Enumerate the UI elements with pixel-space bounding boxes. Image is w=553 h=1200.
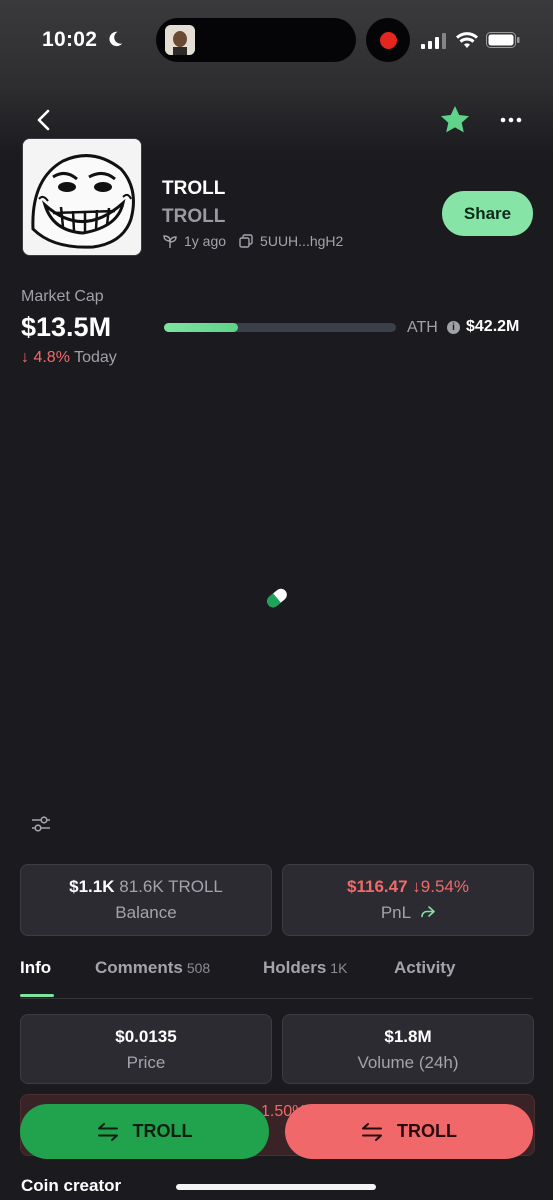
- ath-value: $42.2M: [466, 318, 520, 335]
- price-label: Price: [126, 1053, 166, 1072]
- pnl-label: PnL: [380, 903, 411, 922]
- pnl-change: ↓9.54%: [412, 877, 469, 896]
- price-value: $0.0135: [115, 1027, 177, 1046]
- tab-info-label: Info: [20, 958, 52, 977]
- share-arrow-icon: [421, 906, 435, 918]
- home-indicator[interactable]: [176, 1184, 376, 1190]
- sell-label: TROLL: [397, 1121, 457, 1141]
- token-age: 1y ago: [184, 233, 227, 249]
- balance-card[interactable]: $1.1K 81.6K TROLL Balance: [20, 864, 272, 936]
- share-button[interactable]: Share: [442, 191, 533, 236]
- down-arrow-icon: ↓: [21, 349, 29, 366]
- ath-progress-fill: [164, 323, 239, 332]
- copy-icon[interactable]: [238, 233, 254, 249]
- change-period: Today: [74, 349, 117, 366]
- volume-card: $1.8M Volume (24h): [282, 1014, 534, 1084]
- tab-holders-count: 1K: [330, 960, 348, 976]
- tab-activity[interactable]: Activity: [394, 958, 455, 978]
- pnl-value: $116.47: [347, 877, 408, 896]
- token-name: TROLL: [162, 178, 226, 199]
- record-icon: [380, 32, 397, 49]
- change-percent: 4.8%: [33, 349, 70, 366]
- tab-info[interactable]: Info: [20, 958, 51, 978]
- price-card: $0.0135 Price: [20, 1014, 272, 1084]
- balance-value: $1.1K: [69, 877, 115, 896]
- swap-icon: [362, 1122, 382, 1141]
- volume-value: $1.8M: [384, 1027, 432, 1046]
- ath-progress-bar: [164, 323, 396, 332]
- volume-label: Volume (24h): [357, 1053, 459, 1072]
- token-meta: 1y ago 5UUH...hgH2: [162, 233, 343, 249]
- tab-comments-count: 508: [186, 960, 211, 976]
- star-icon[interactable]: [438, 103, 472, 137]
- tab-bar: Info Comments 508 Holders 1K Activity: [20, 954, 533, 999]
- market-cap-change: ↓ 4.8% Today: [21, 349, 117, 367]
- token-symbol: TROLL: [162, 206, 226, 227]
- coin-creator-heading: Coin creator: [21, 1176, 122, 1195]
- pill-icon: [267, 588, 287, 608]
- swap-icon: [97, 1122, 118, 1141]
- moon-icon: [109, 31, 123, 47]
- tab-comments-label: Comments: [95, 958, 183, 977]
- sprout-icon: [163, 235, 177, 248]
- wifi-icon: [456, 32, 478, 48]
- token-address[interactable]: 5UUH...hgH2: [260, 233, 343, 249]
- balance-label: Balance: [115, 903, 177, 922]
- tab-comments[interactable]: Comments 508: [95, 958, 210, 978]
- chart-settings-icon[interactable]: [30, 813, 52, 835]
- more-icon[interactable]: [495, 104, 527, 136]
- battery-icon: [486, 32, 520, 48]
- market-cap-label: Market Cap: [21, 288, 104, 305]
- buy-label: TROLL: [132, 1121, 193, 1141]
- sell-button[interactable]: TROLL: [285, 1104, 533, 1159]
- info-icon[interactable]: i: [447, 321, 460, 334]
- balance-amount: 81.6K TROLL: [119, 877, 223, 896]
- active-tab-indicator: [20, 994, 54, 997]
- tab-holders-label: Holders: [263, 958, 327, 977]
- back-icon[interactable]: [28, 104, 60, 136]
- status-time: 10:02: [42, 28, 98, 51]
- tab-activity-label: Activity: [394, 958, 456, 977]
- avatar: [165, 25, 195, 55]
- buy-button[interactable]: TROLL: [20, 1104, 269, 1159]
- pnl-card[interactable]: $116.47 ↓9.54% PnL: [282, 864, 534, 936]
- ath-label: ATH: [407, 319, 438, 336]
- tab-holders[interactable]: Holders 1K: [263, 958, 347, 978]
- token-logo: [22, 138, 142, 256]
- signal-icon: [421, 33, 446, 49]
- market-cap-value: $13.5M: [21, 312, 112, 342]
